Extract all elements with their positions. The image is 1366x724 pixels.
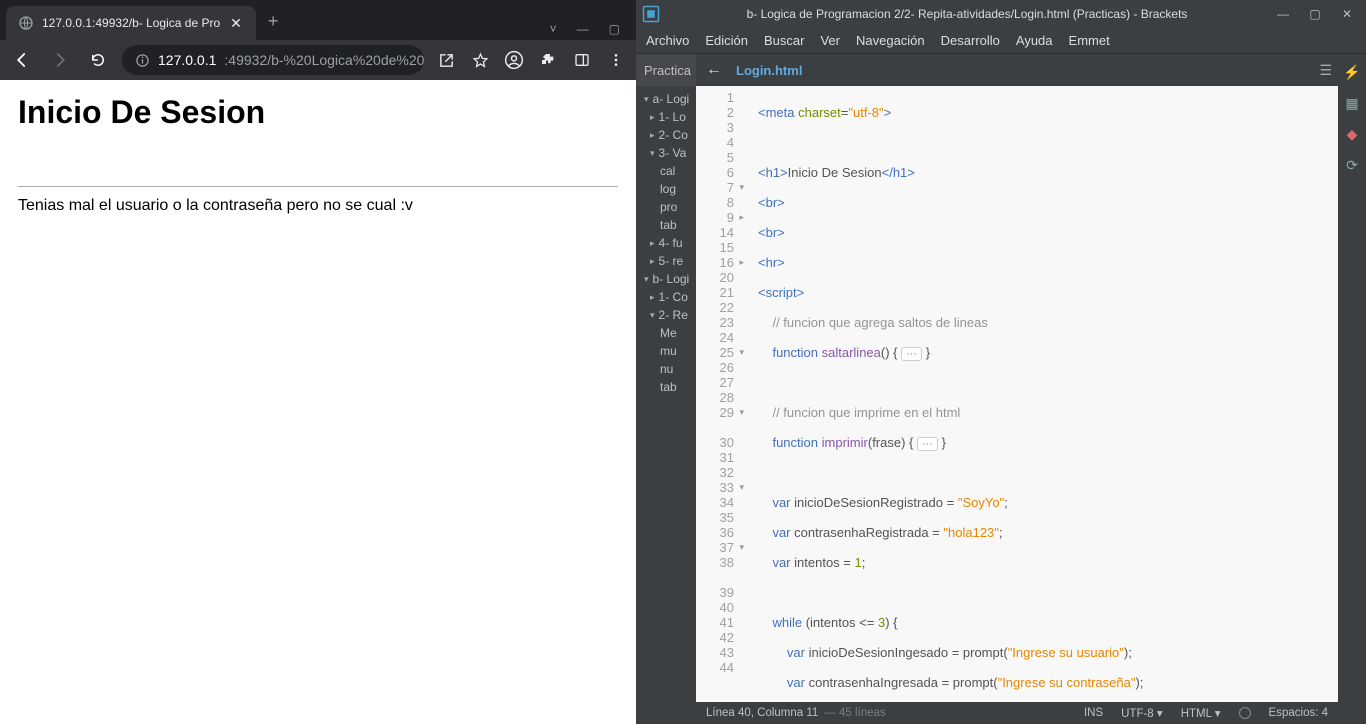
reload-icon (89, 51, 107, 69)
line-count: — 45 líneas (824, 707, 885, 719)
tree-item[interactable]: Me (636, 324, 696, 342)
url-path: :49932/b-%20Logica%20de%20Program... (224, 52, 424, 68)
tree-item[interactable]: ▾3- Va (636, 144, 696, 162)
menu-buscar[interactable]: Buscar (764, 33, 804, 48)
menu-desarrollo[interactable]: Desarrollo (941, 33, 1000, 48)
url-host: 127.0.0.1 (158, 52, 216, 68)
reload-button[interactable] (84, 46, 112, 74)
refresh-icon[interactable]: ⟳ (1346, 157, 1358, 174)
brackets-window: b- Logica de Programacion 2/2- Repita-at… (636, 0, 1366, 724)
editor-main: ← Login.html ☰ 1234567891415162021222324… (696, 54, 1338, 724)
code-area[interactable]: <meta charset="utf-8"> <h1>Inicio De Ses… (742, 86, 1338, 702)
menu-bar: Archivo Edición Buscar Ver Navegación De… (636, 28, 1366, 54)
extensions-icon[interactable] (536, 48, 560, 72)
file-tree[interactable]: ▾a- Logi▸1- Lo▸2- Co▾3- Vacallogprotab▸4… (636, 86, 696, 400)
indentation[interactable]: Espacios: 4 (1269, 707, 1328, 719)
url-bar[interactable]: 127.0.0.1 :49932/b-%20Logica%20de%20Progr… (122, 45, 424, 75)
line-gutter: 12345678914151620212223242526272829 3031… (696, 86, 742, 702)
tree-item[interactable]: mu (636, 342, 696, 360)
tab-close-icon[interactable]: ✕ (228, 15, 244, 32)
menu-archivo[interactable]: Archivo (646, 33, 689, 48)
browser-tab[interactable]: 127.0.0.1:49932/b- Logica de Pro ✕ (6, 6, 256, 40)
back-button[interactable] (8, 46, 36, 74)
arrow-left-icon (13, 51, 31, 69)
status-bar: Línea 40, Columna 11 — 45 líneas INS UTF… (696, 702, 1338, 724)
page-message: Tenias mal el usuario o la contraseña pe… (18, 197, 618, 215)
chevron-down-icon[interactable]: ˅ (542, 18, 565, 40)
profile-icon[interactable] (502, 48, 526, 72)
extension-manager-icon[interactable]: ▦ (1345, 95, 1358, 112)
cursor-position[interactable]: Línea 40, Columna 11 (706, 707, 818, 719)
tree-item[interactable]: tab (636, 378, 696, 396)
maximize-icon[interactable]: ▢ (1302, 7, 1328, 21)
nav-back-icon[interactable]: ← (702, 61, 726, 79)
tree-item[interactable]: ▸4- fu (636, 234, 696, 252)
menu-ver[interactable]: Ver (820, 33, 840, 48)
page-heading: Inicio De Sesion (18, 94, 618, 131)
tree-item[interactable]: log (636, 180, 696, 198)
open-file-tab[interactable]: Login.html (736, 63, 802, 78)
maximize-icon[interactable]: ▢ (601, 18, 628, 40)
menu-ayuda[interactable]: Ayuda (1016, 33, 1053, 48)
live-preview-icon[interactable]: ⚡ (1343, 64, 1360, 81)
panel-menu-icon[interactable]: ☰ (1319, 62, 1332, 79)
menu-emmet[interactable]: Emmet (1069, 33, 1110, 48)
right-toolbar: ⚡ ▦ ◆ ⟳ (1338, 54, 1366, 724)
close-icon[interactable]: ✕ (1334, 7, 1360, 21)
tree-item[interactable]: pro (636, 198, 696, 216)
tree-item[interactable]: ▾a- Logi (636, 90, 696, 108)
menu-icon[interactable] (604, 48, 628, 72)
browser-window: 127.0.0.1:49932/b- Logica de Pro ✕ + ˅ —… (0, 0, 636, 724)
tree-item[interactable]: ▸5- re (636, 252, 696, 270)
side-panel-icon[interactable] (570, 48, 594, 72)
tree-item[interactable]: ▸2- Co (636, 126, 696, 144)
insert-mode[interactable]: INS (1084, 707, 1103, 719)
status-circle-icon[interactable] (1239, 707, 1251, 719)
tree-item[interactable]: tab (636, 216, 696, 234)
code-editor[interactable]: 12345678914151620212223242526272829 3031… (696, 86, 1338, 702)
sidebar-header[interactable]: Practica (636, 54, 696, 86)
editor-tabs: ← Login.html ☰ (696, 54, 1338, 86)
file-sidebar: Practica ▾a- Logi▸1- Lo▸2- Co▾3- Vacallo… (636, 54, 696, 724)
tree-item[interactable]: ▾2- Re (636, 306, 696, 324)
menu-edicion[interactable]: Edición (705, 33, 748, 48)
arrow-right-icon (51, 51, 69, 69)
globe-icon (18, 15, 34, 31)
tree-item[interactable]: ▾b- Logi (636, 270, 696, 288)
plugin-icon[interactable]: ◆ (1347, 126, 1358, 143)
browser-tab-bar: 127.0.0.1:49932/b- Logica de Pro ✕ + ˅ —… (0, 0, 636, 40)
brackets-body: Practica ▾a- Logi▸1- Lo▸2- Co▾3- Vacallo… (636, 54, 1366, 724)
info-icon[interactable] (134, 52, 150, 68)
browser-window-controls: ˅ — ▢ (542, 12, 636, 40)
tree-item[interactable]: nu (636, 360, 696, 378)
new-tab-button[interactable]: + (256, 7, 291, 40)
page-divider (18, 186, 618, 187)
window-controls: — ▢ ✕ (1270, 7, 1360, 21)
tree-item[interactable]: ▸1- Lo (636, 108, 696, 126)
star-icon[interactable] (468, 48, 492, 72)
tree-item[interactable]: ▸1- Co (636, 288, 696, 306)
minimize-icon[interactable]: — (569, 18, 597, 40)
menu-navegacion[interactable]: Navegación (856, 33, 925, 48)
encoding[interactable]: UTF-8 ▾ (1121, 706, 1163, 720)
browser-toolbar: 127.0.0.1 :49932/b-%20Logica%20de%20Progr… (0, 40, 636, 80)
forward-button[interactable] (46, 46, 74, 74)
minimize-icon[interactable]: — (1270, 7, 1296, 21)
tab-title: 127.0.0.1:49932/b- Logica de Pro (42, 16, 220, 30)
window-title: b- Logica de Programacion 2/2- Repita-at… (664, 7, 1270, 21)
language-mode[interactable]: HTML ▾ (1181, 706, 1221, 720)
brackets-titlebar: b- Logica de Programacion 2/2- Repita-at… (636, 0, 1366, 28)
tree-item[interactable]: cal (636, 162, 696, 180)
brackets-logo-icon (642, 5, 660, 23)
share-icon[interactable] (434, 48, 458, 72)
page-content: Inicio De Sesion Tenias mal el usuario o… (0, 80, 636, 724)
